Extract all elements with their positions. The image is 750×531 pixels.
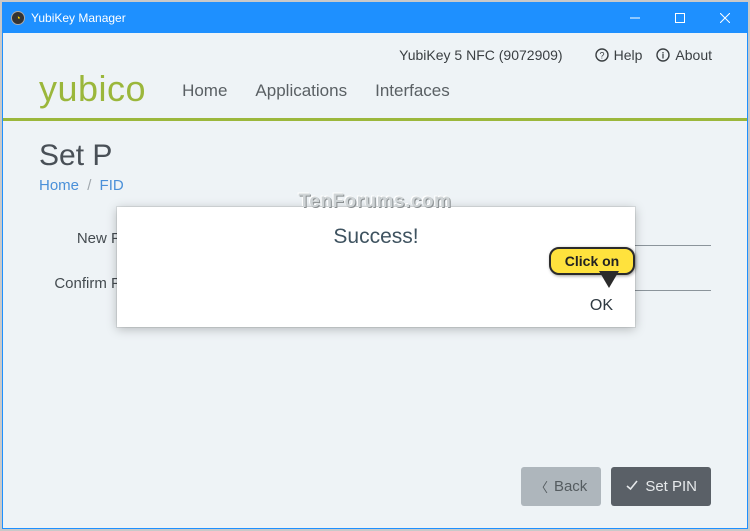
maximize-button[interactable]: [657, 3, 702, 33]
window-title: YubiKey Manager: [31, 11, 612, 25]
minimize-button[interactable]: [612, 3, 657, 33]
app-icon: ◔: [11, 11, 25, 25]
svg-text:i: i: [662, 51, 665, 61]
nav-applications[interactable]: Applications: [241, 71, 361, 115]
device-label: YubiKey 5 NFC (9072909): [399, 47, 562, 63]
help-text: Help: [614, 47, 643, 63]
close-button[interactable]: [702, 3, 747, 33]
chevron-left-icon: 〈: [535, 477, 548, 496]
page-header: Set P Home / FID: [3, 121, 747, 194]
ok-button[interactable]: OK: [590, 297, 613, 315]
footer-buttons: 〈 Back Set PIN: [521, 467, 711, 506]
about-link[interactable]: i About: [656, 47, 712, 63]
callout-text: Click on: [565, 253, 619, 269]
breadcrumb-home[interactable]: Home: [39, 177, 79, 194]
header: yubico Home Applications Interfaces: [3, 63, 747, 121]
back-label: Back: [554, 478, 587, 495]
about-text: About: [675, 47, 712, 63]
back-button[interactable]: 〈 Back: [521, 467, 601, 506]
svg-text:?: ?: [599, 51, 604, 61]
dialog-title: Success!: [117, 207, 635, 249]
info-icon: i: [656, 48, 670, 62]
set-pin-button[interactable]: Set PIN: [611, 467, 711, 506]
content-area: YubiKey 5 NFC (9072909) ? Help i About y…: [3, 33, 747, 528]
topbar: YubiKey 5 NFC (9072909) ? Help i About: [3, 33, 747, 63]
titlebar: ◔ YubiKey Manager: [3, 3, 747, 33]
nav-home[interactable]: Home: [168, 71, 241, 115]
app-window: ◔ YubiKey Manager YubiKey 5 NFC (9072909…: [2, 2, 748, 529]
breadcrumb: Home / FID: [39, 177, 711, 194]
breadcrumb-current[interactable]: FID: [100, 177, 124, 194]
callout-tail: [601, 273, 617, 287]
breadcrumb-sep: /: [87, 177, 91, 194]
page-title: Set P: [39, 139, 711, 173]
brand-logo: yubico: [39, 68, 168, 118]
tutorial-callout: Click on: [549, 247, 635, 275]
set-pin-label: Set PIN: [645, 478, 697, 495]
help-icon: ?: [595, 48, 609, 62]
help-link[interactable]: ? Help: [595, 47, 643, 63]
nav: Home Applications Interfaces: [168, 71, 464, 115]
check-icon: [625, 478, 639, 496]
nav-interfaces[interactable]: Interfaces: [361, 71, 464, 115]
